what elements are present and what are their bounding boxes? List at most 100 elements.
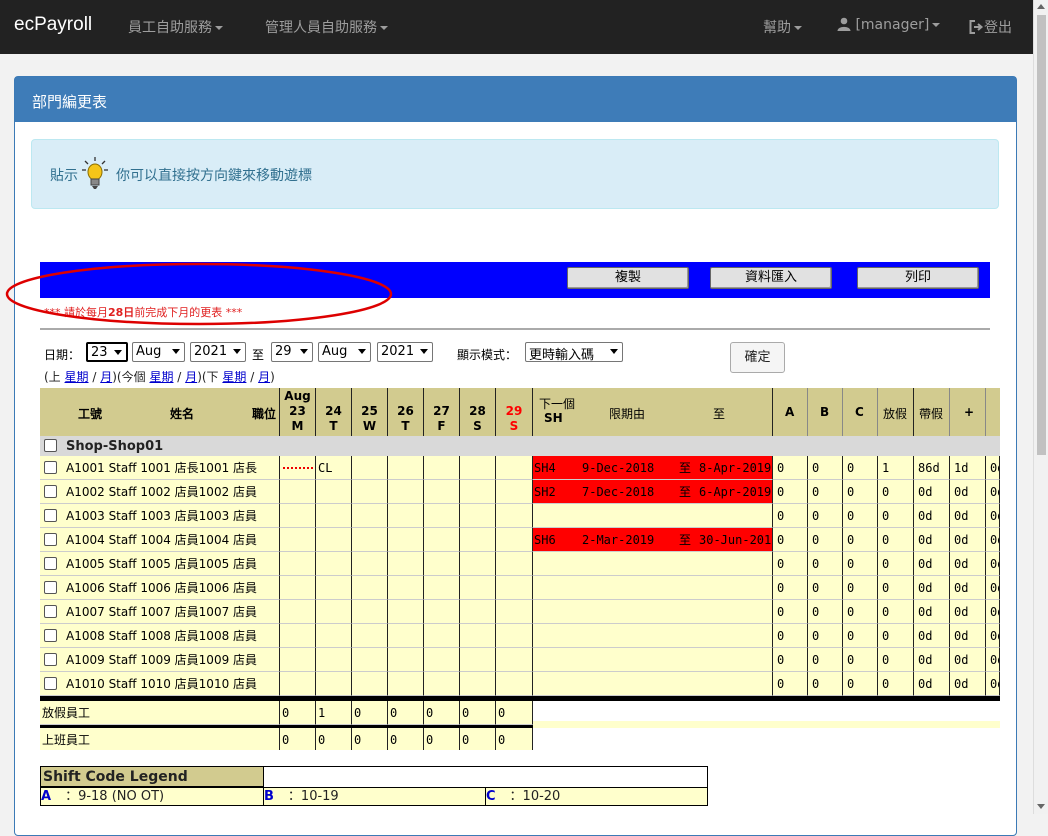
shift-cell[interactable] [352, 504, 388, 528]
shift-cell[interactable]: CL [316, 456, 352, 480]
from-month-select[interactable]: Aug [132, 342, 185, 362]
shift-cell[interactable] [460, 504, 496, 528]
shift-cell[interactable] [496, 552, 533, 576]
shift-cell[interactable] [424, 552, 460, 576]
shift-cell[interactable] [496, 648, 533, 672]
menu-help[interactable]: 幫助 [763, 17, 802, 37]
print-button[interactable]: 列印 [857, 267, 979, 289]
shift-cell[interactable] [460, 576, 496, 600]
shift-cell[interactable] [280, 600, 316, 624]
logout-link[interactable]: 登出 [969, 17, 1012, 37]
shift-cell[interactable] [316, 600, 352, 624]
shift-cell[interactable] [496, 528, 533, 552]
scroll-up-icon[interactable] [1037, 4, 1045, 9]
shift-cell[interactable] [388, 552, 424, 576]
shift-cell[interactable] [496, 672, 533, 696]
from-year-select[interactable]: 2021 [190, 342, 246, 362]
to-year-select[interactable]: 2021 [377, 342, 433, 362]
cur-week-link[interactable]: 星期 [149, 370, 173, 384]
shift-cell[interactable] [352, 552, 388, 576]
shift-cell[interactable] [460, 672, 496, 696]
shift-cell[interactable] [496, 600, 533, 624]
to-day-select[interactable]: 29 [271, 342, 313, 362]
shift-cell[interactable] [424, 672, 460, 696]
next-month-link[interactable]: 月 [258, 370, 270, 384]
shift-cell[interactable] [424, 576, 460, 600]
shift-cell[interactable] [352, 480, 388, 504]
shift-cell[interactable] [388, 624, 424, 648]
shift-cell[interactable] [388, 528, 424, 552]
shift-cell[interactable] [424, 504, 460, 528]
shift-cell[interactable] [460, 528, 496, 552]
shift-cell[interactable] [496, 480, 533, 504]
shift-cell[interactable] [316, 504, 352, 528]
header-expiry: 下一個 SH 限期由 至 [533, 388, 773, 436]
to-month-select[interactable]: Aug [318, 342, 371, 362]
shift-cell[interactable] [424, 648, 460, 672]
confirm-button[interactable]: 確定 [730, 342, 785, 373]
shift-cell[interactable] [496, 624, 533, 648]
shift-cell[interactable] [388, 576, 424, 600]
menu-manager-self-service[interactable]: 管理人員自助服務 [265, 17, 388, 37]
shift-cell[interactable] [424, 480, 460, 504]
shift-cell[interactable] [316, 480, 352, 504]
shift-cell[interactable] [280, 624, 316, 648]
shift-cell[interactable] [424, 528, 460, 552]
shift-cell[interactable] [280, 504, 316, 528]
shift-cell[interactable] [280, 480, 316, 504]
shift-cell[interactable] [460, 624, 496, 648]
shift-cell[interactable] [388, 456, 424, 480]
group-checkbox[interactable] [44, 439, 57, 452]
shift-cell[interactable] [460, 480, 496, 504]
shift-cell[interactable] [352, 528, 388, 552]
cur-month-link[interactable]: 月 [185, 370, 197, 384]
shift-cell[interactable] [460, 456, 496, 480]
shift-cell[interactable] [280, 672, 316, 696]
copy-button[interactable]: 複製 [567, 267, 689, 289]
shift-cell[interactable] [316, 672, 352, 696]
from-day-select[interactable]: 23 [86, 342, 128, 362]
scrollbar-thumb[interactable] [1037, 15, 1046, 455]
next-week-link[interactable]: 星期 [222, 370, 246, 384]
shift-cell[interactable] [352, 672, 388, 696]
shift-cell[interactable] [280, 528, 316, 552]
shift-cell[interactable] [280, 576, 316, 600]
shift-cell[interactable] [280, 552, 316, 576]
shift-cell[interactable] [316, 576, 352, 600]
shift-cell[interactable] [388, 600, 424, 624]
shift-cell[interactable] [496, 504, 533, 528]
display-mode-select[interactable]: 更時輸入碼 [525, 342, 623, 363]
next-expiry: SH6 2-Mar-2019 至 30-Jun-2019 [533, 528, 773, 552]
shift-cell[interactable] [352, 624, 388, 648]
brand-logo[interactable]: ecPayroll [14, 14, 92, 36]
shift-cell[interactable] [424, 624, 460, 648]
shift-cell[interactable] [496, 576, 533, 600]
shift-cell[interactable] [316, 648, 352, 672]
shift-cell[interactable] [388, 672, 424, 696]
shift-cell[interactable] [352, 456, 388, 480]
shift-cell[interactable] [352, 600, 388, 624]
shift-cell[interactable] [316, 528, 352, 552]
shift-cell[interactable] [280, 648, 316, 672]
shift-cell[interactable] [316, 624, 352, 648]
shift-cell[interactable] [352, 648, 388, 672]
shift-cell[interactable] [388, 648, 424, 672]
import-button[interactable]: 資料匯入 [710, 267, 832, 289]
shift-cell[interactable] [424, 600, 460, 624]
shift-cell[interactable] [460, 552, 496, 576]
prev-week-link[interactable]: 星期 [65, 370, 89, 384]
menu-employee-self-service[interactable]: 員工自助服務 [128, 17, 223, 37]
shift-cell[interactable] [388, 480, 424, 504]
shift-cell[interactable] [352, 576, 388, 600]
menu-user[interactable]: [manager] [837, 17, 941, 33]
vertical-scrollbar[interactable] [1033, 0, 1048, 814]
shift-cell[interactable] [460, 600, 496, 624]
shift-cell[interactable] [460, 648, 496, 672]
shift-cell[interactable] [424, 456, 460, 480]
scroll-down-icon[interactable] [1037, 804, 1045, 809]
employee-info: A1007 Staff 1007 店員1007 店員 [40, 600, 280, 624]
shift-cell[interactable] [316, 552, 352, 576]
prev-month-link[interactable]: 月 [100, 370, 112, 384]
shift-cell[interactable] [496, 456, 533, 480]
shift-cell[interactable] [388, 504, 424, 528]
